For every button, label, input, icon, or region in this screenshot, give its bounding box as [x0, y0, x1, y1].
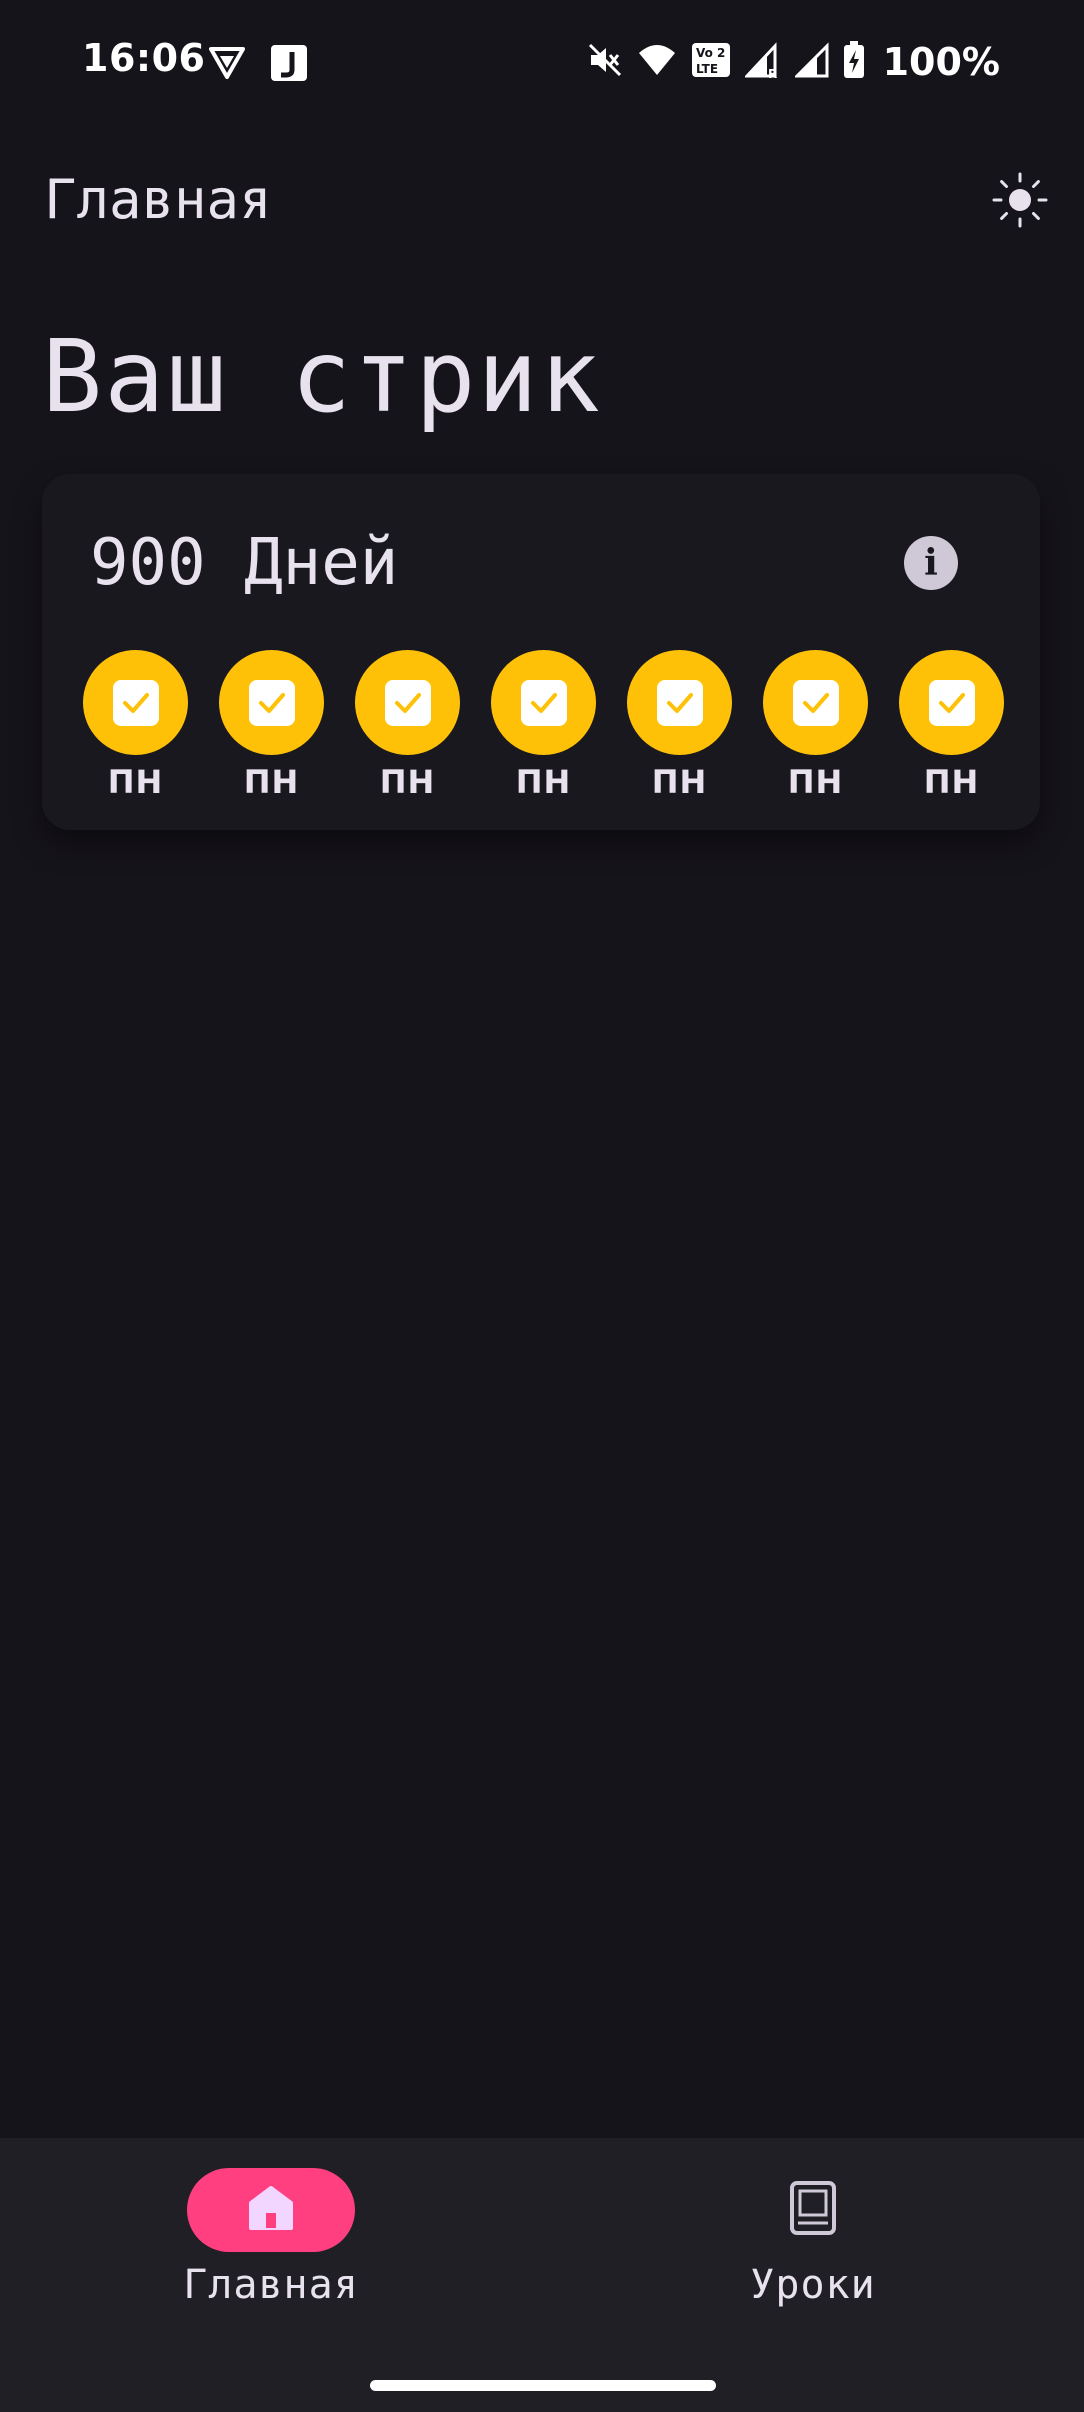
- top-bar-title: Главная: [44, 168, 272, 231]
- checkbox-checked-icon: [656, 679, 703, 726]
- svg-text:Vo: Vo: [696, 46, 713, 60]
- day-circle: [763, 650, 868, 755]
- info-icon: i: [924, 542, 938, 584]
- svg-text:LTE: LTE: [696, 62, 718, 76]
- day-circle: [219, 650, 324, 755]
- day-circle: [627, 650, 732, 755]
- checkbox-checked-icon: [248, 679, 295, 726]
- streak-day: ПН: [763, 650, 868, 801]
- checkbox-checked-icon: [520, 679, 567, 726]
- status-time: 16:06: [82, 36, 206, 80]
- vpn-shield-icon: [208, 46, 246, 84]
- svg-text:2: 2: [717, 46, 725, 60]
- theme-toggle-button[interactable]: [988, 170, 1052, 234]
- checkbox-checked-icon: [928, 679, 975, 726]
- streak-card: 900 Дней i ПН ПН ПН ПН ПН ПН ПН: [42, 474, 1040, 830]
- streak-day: ПН: [491, 650, 596, 801]
- status-left-icons: [208, 44, 308, 86]
- book-icon: [788, 2181, 838, 2239]
- checkbox-checked-icon: [112, 679, 159, 726]
- status-bar: 16:06 Vo 2 LTE R 100%: [0, 0, 1084, 120]
- status-right-icons: Vo 2 LTE R 100%: [587, 40, 1000, 84]
- checkbox-checked-icon: [384, 679, 431, 726]
- streak-day: ПН: [355, 650, 460, 801]
- day-label: ПН: [787, 763, 844, 801]
- wifi-icon: [637, 43, 677, 81]
- mute-icon: [587, 42, 623, 82]
- streak-day: ПН: [219, 650, 324, 801]
- app-j-icon: [270, 44, 308, 86]
- day-circle: [491, 650, 596, 755]
- day-label: ПН: [243, 763, 300, 801]
- streak-days-row: ПН ПН ПН ПН ПН ПН ПН: [83, 650, 1004, 801]
- home-icon: [246, 2183, 296, 2237]
- day-label: ПН: [651, 763, 708, 801]
- nav-label-lessons: Уроки: [750, 2262, 876, 2308]
- battery-percent: 100%: [882, 40, 1000, 84]
- streak-day: ПН: [899, 650, 1004, 801]
- nav-label-home: Главная: [183, 2262, 359, 2308]
- day-circle: [355, 650, 460, 755]
- day-label: ПН: [379, 763, 436, 801]
- gesture-home-indicator[interactable]: [370, 2380, 716, 2391]
- day-label: ПН: [923, 763, 980, 801]
- nav-icon-container: [729, 2168, 897, 2252]
- volte-icon: Vo 2 LTE: [691, 42, 731, 82]
- nav-active-indicator: [187, 2168, 355, 2252]
- day-circle: [83, 650, 188, 755]
- streak-count: 900 Дней: [90, 526, 399, 600]
- bottom-nav: Главная Уроки: [0, 2138, 1084, 2412]
- day-label: ПН: [515, 763, 572, 801]
- signal-icon: [792, 42, 829, 82]
- nav-item-lessons[interactable]: Уроки: [663, 2168, 963, 2308]
- streak-day: ПН: [627, 650, 732, 801]
- svg-text:R: R: [768, 67, 777, 78]
- checkbox-checked-icon: [792, 679, 839, 726]
- day-label: ПН: [107, 763, 164, 801]
- streak-day: ПН: [83, 650, 188, 801]
- signal-roaming-icon: R: [743, 42, 781, 82]
- day-circle: [899, 650, 1004, 755]
- info-button[interactable]: i: [904, 536, 958, 590]
- nav-item-home[interactable]: Главная: [121, 2168, 421, 2308]
- page-heading: Ваш стрик: [42, 318, 602, 435]
- sun-icon: [992, 172, 1048, 232]
- battery-charging-icon: [843, 41, 865, 83]
